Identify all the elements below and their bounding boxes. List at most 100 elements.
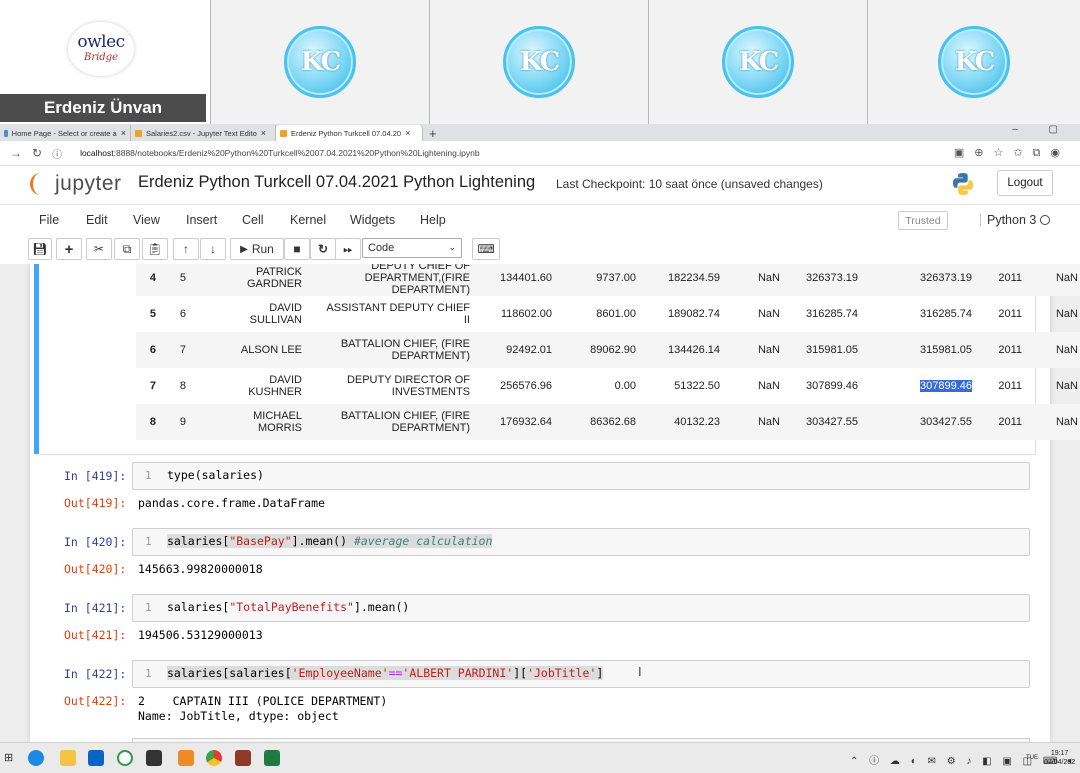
cell-type-select[interactable]: Code ⌄ [362, 238, 462, 258]
move-down-button[interactable]: ↓ [200, 238, 226, 260]
jupyter-app-icon[interactable] [178, 750, 194, 766]
play-icon: ▶ [240, 243, 248, 255]
new-tab-button[interactable]: + [429, 126, 437, 141]
cut-button[interactable]: ✂ [86, 238, 112, 260]
jupyter-logo[interactable]: jupyter [30, 172, 122, 196]
day-label: TUE [1026, 755, 1038, 761]
year-cell: 2011 [998, 308, 1022, 320]
chevron-down-icon: ⌄ [448, 242, 456, 252]
jupyter-header: jupyter Erdeniz Python Turkcell 07.04.20… [0, 166, 1080, 204]
table-row: 8 9 MICHAEL MORRIS BATTALION CHIEF, (FIRE D… [136, 404, 1080, 440]
interrupt-button[interactable]: ■ [284, 238, 310, 260]
line-number: 1 [145, 469, 152, 482]
logout-button[interactable]: Logout [997, 170, 1053, 196]
close-tab-icon[interactable]: × [261, 128, 266, 138]
participant-tile[interactable]: KC [649, 0, 868, 124]
df-index-cell: 5 [149, 308, 156, 320]
line-number: 1 [145, 601, 152, 614]
id-cell: 6 [179, 308, 186, 320]
file-explorer-icon[interactable] [60, 750, 76, 766]
total-pay-benefits-cell: 315981.05 [920, 344, 972, 356]
browser-toolbar-icons[interactable]: ▣⊕☆✩⧉◉ [954, 146, 1070, 160]
browser-tab[interactable]: Salaries2.csv - Jupyter Text Edito × [131, 125, 276, 141]
cell-output: 145663.99820000018 [138, 562, 263, 576]
reload-icon[interactable]: ↻ [32, 146, 42, 160]
menu-insert[interactable]: Insert [186, 213, 217, 227]
browser-tab[interactable]: Home Page - Select or create a × [0, 125, 131, 141]
job-title-cell: BATTALION CHIEF, (FIRE DEPARTMENT) [340, 410, 470, 434]
close-tab-icon[interactable]: × [405, 128, 410, 138]
command-palette-button[interactable]: ⌨ [472, 238, 500, 260]
taskbar-view-icon[interactable]: ⊞ [4, 751, 13, 764]
browser-tab-active[interactable]: Erdeniz Python Turkcell 07.04.20 × [276, 125, 423, 141]
code-editor[interactable]: 1 salaries[salaries['EmployeeName'=='ALB… [132, 660, 1030, 688]
kc-logo: KC [938, 26, 1010, 98]
total-pay-benefits-cell: 316285.74 [920, 308, 972, 320]
spotify-icon[interactable] [117, 750, 133, 766]
info-icon[interactable]: ⓘ [52, 146, 62, 161]
dataframe-table: 4 5 PATRICK GARDNER DEPUTY CHIEF OF DEPARTM… [136, 264, 1080, 440]
selected-text-highlight[interactable]: 307899.46 [920, 380, 972, 392]
chrome-icon[interactable] [206, 750, 222, 766]
presenter-tile[interactable]: owlec Bridge Erdeniz Ünvan [0, 0, 211, 124]
kernel-name[interactable]: Python 3 [980, 213, 1036, 227]
benefits-cell: NaN [757, 308, 780, 320]
forward-icon[interactable]: → [10, 146, 22, 160]
overtime-pay-cell: 86362.68 [590, 416, 636, 428]
fast-forward-icon: ⏩︎ [343, 241, 353, 256]
copy-button[interactable]: ⧉ [114, 238, 140, 260]
menu-help[interactable]: Help [420, 213, 446, 227]
system-clock[interactable]: 19:17 07/04/202 [1044, 749, 1075, 767]
job-title-cell: ASSISTANT DEPUTY CHIEF II [326, 302, 470, 326]
mail-icon[interactable] [88, 750, 104, 766]
terminal-icon[interactable] [146, 750, 162, 766]
code-text[interactable]: type(salaries) [167, 468, 264, 482]
cell-output: pandas.core.frame.DataFrame [138, 496, 325, 510]
table-row: 6 7 ALSON LEE BATTALION CHIEF, (FIRE DEPART… [136, 332, 1080, 368]
menu-cell[interactable]: Cell [242, 213, 264, 227]
participant-tile[interactable]: KC [868, 0, 1080, 124]
code-editor[interactable]: 1 salaries["TotalPayBenefits"].mean() [132, 594, 1030, 622]
scissors-icon: ✂ [93, 242, 105, 256]
window-controls[interactable]: – ▢ [1012, 124, 1072, 135]
menu-widgets[interactable]: Widgets [350, 213, 395, 227]
notebook-container: 4 5 PATRICK GARDNER DEPUTY CHIEF OF DEPARTM… [30, 264, 1080, 742]
save-button[interactable]: 💾︎ [28, 238, 52, 260]
participant-tile[interactable]: KC [211, 0, 430, 124]
job-title-cell: DEPUTY CHIEF OF DEPARTMENT,(FIRE DEPARTM… [364, 264, 470, 296]
run-button[interactable]: ▶ Run [230, 238, 284, 260]
code-text[interactable]: salaries["BasePay"].mean() #average calc… [167, 534, 493, 548]
edge-icon[interactable] [28, 750, 44, 766]
winrar-icon[interactable] [235, 750, 251, 766]
browser-tab-bar: Home Page - Select or create a × Salarie… [0, 124, 1080, 141]
notebook-title[interactable]: Erdeniz Python Turkcell 07.04.2021 Pytho… [138, 173, 535, 192]
participant-tile[interactable]: KC [430, 0, 649, 124]
df-index-cell: 7 [149, 380, 156, 392]
year-cell: 2011 [998, 272, 1022, 284]
code-text[interactable]: salaries["TotalPayBenefits"].mean() [167, 600, 409, 614]
base-pay-cell: 118602.00 [500, 308, 552, 320]
url-field[interactable]: localhost:8888/notebooks/Erdeniz%20Pytho… [80, 148, 479, 158]
excel-icon[interactable] [264, 750, 280, 766]
menu-view[interactable]: View [133, 213, 160, 227]
other-pay-cell: 51322.50 [674, 380, 720, 392]
trusted-indicator[interactable]: Trusted [898, 211, 948, 230]
menu-kernel[interactable]: Kernel [290, 213, 326, 227]
employee-name-cell: MICHAEL MORRIS [253, 410, 302, 434]
employee-name-cell: PATRICK GARDNER [246, 266, 302, 290]
move-up-button[interactable]: ↑ [173, 238, 199, 260]
code-text[interactable]: salaries[salaries['EmployeeName'=='ALBER… [167, 666, 604, 680]
restart-run-all-button[interactable]: ⏩︎ [335, 238, 361, 260]
insert-cell-button[interactable]: + [56, 238, 82, 260]
save-icon: 💾︎ [32, 242, 48, 256]
year-cell: 2011 [998, 380, 1022, 392]
menu-edit[interactable]: Edit [86, 213, 108, 227]
code-editor[interactable]: 1 salaries["BasePay"].mean() #average ca… [132, 528, 1030, 556]
menu-file[interactable]: File [39, 213, 59, 227]
benefits-cell: NaN [757, 344, 780, 356]
paste-button[interactable]: 📋︎ [142, 238, 168, 260]
code-editor[interactable]: 1 type(salaries) [132, 462, 1030, 490]
close-tab-icon[interactable]: × [121, 128, 126, 138]
cell-output: 2 CAPTAIN III (POLICE DEPARTMENT) Name: … [138, 694, 388, 723]
restart-button[interactable]: ↻ [310, 238, 336, 260]
